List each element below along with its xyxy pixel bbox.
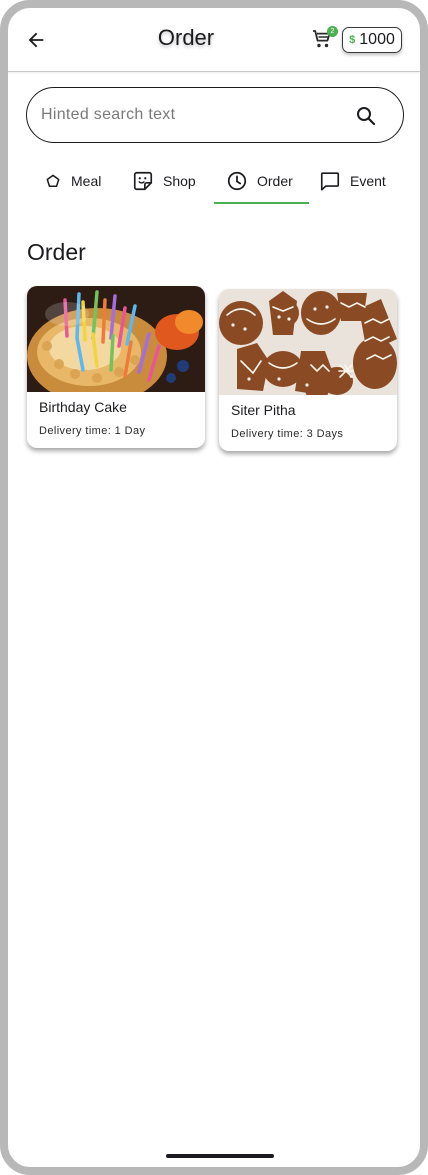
order-card[interactable]: Birthday Cake Delivery time: 1 Day [27,286,205,448]
home-indicator[interactable] [166,1154,274,1158]
tab-shop[interactable]: Shop [132,158,196,204]
pentagon-icon [46,174,60,187]
order-card[interactable]: Siter Pitha Delivery time: 3 Days [219,289,397,451]
clock-icon [227,171,247,191]
cart-count-badge: 2 [327,26,338,37]
search-bar [26,87,404,143]
order-name: Birthday Cake [39,399,127,415]
coin-balance-chip[interactable]: $ 1000 [342,27,402,53]
search-input[interactable] [41,102,341,128]
tab-event[interactable]: Event [319,158,386,204]
tab-order[interactable]: Order [226,158,293,204]
sticker-icon [133,171,153,191]
coin-icon: $ [349,34,356,46]
section-title: Order [27,239,86,265]
tab-meal-label: Meal [71,173,102,189]
coin-balance: 1000 [359,31,395,48]
search-button[interactable] [354,104,378,128]
birthday-cake-image [27,286,205,392]
selected-tab-indicator [214,202,309,204]
tab-meal[interactable]: Meal [44,158,101,204]
delivery-time: Delivery time: 1 Day [39,425,146,437]
chat-bubble-icon [320,172,340,191]
tab-order-label: Order [257,173,293,189]
category-tabs: Meal Shop Order Event [20,158,408,206]
delivery-time: Delivery time: 3 Days [231,428,344,440]
tab-event-label: Event [350,173,386,189]
order-name: Siter Pitha [231,402,296,418]
cart-button[interactable]: 2 [310,26,338,53]
tab-shop-label: Shop [163,173,196,189]
gingerbread-cookies-image [219,289,397,395]
search-icon [357,107,376,126]
phone-frame: Order 2 $ 1000 Hinted search text Meal S… [0,0,428,1175]
top-app-bar: Order 2 $ 1000 [8,8,420,72]
